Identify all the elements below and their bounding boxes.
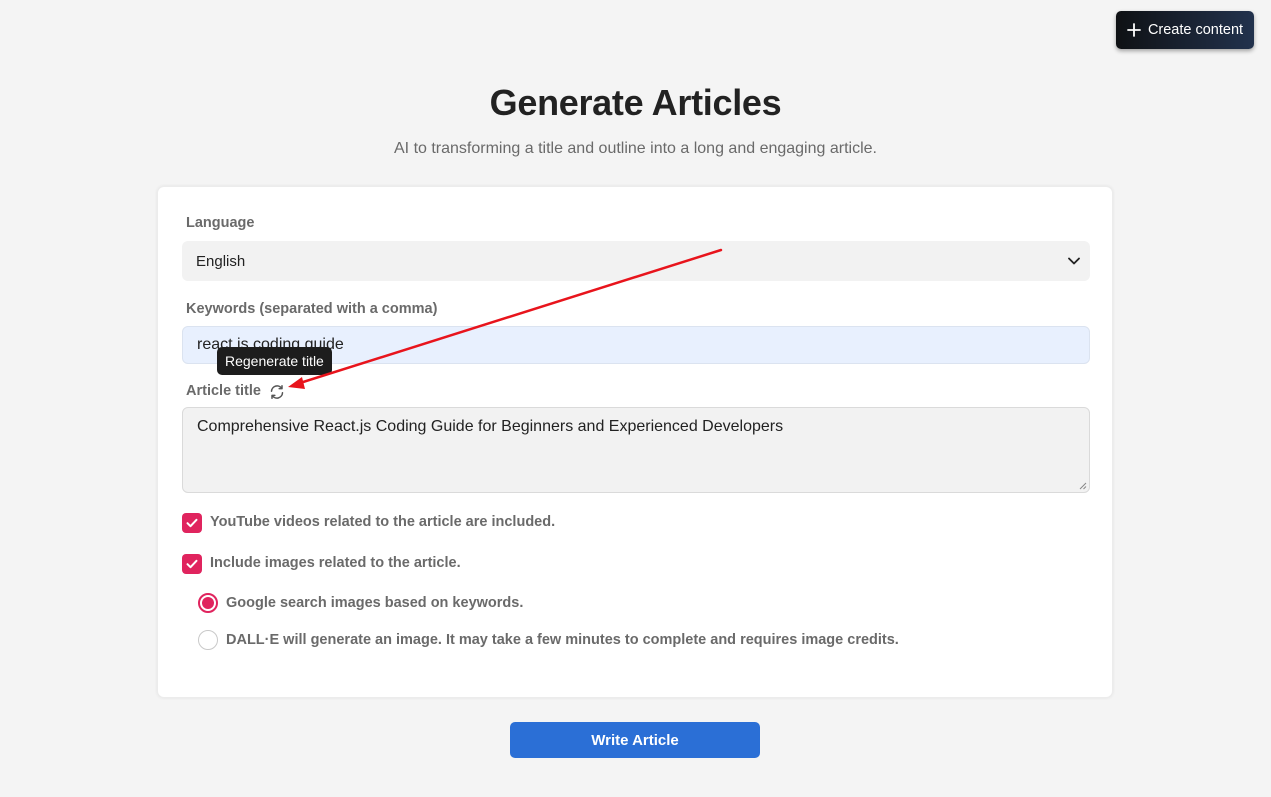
check-icon [186, 518, 198, 528]
plus-icon [1127, 23, 1141, 37]
chevron-down-icon [1068, 257, 1080, 265]
google-images-label: Google search images based on keywords. [226, 595, 524, 611]
dalle-radio[interactable] [198, 630, 218, 650]
keywords-label: Keywords (separated with a comma) [186, 301, 438, 317]
language-label: Language [186, 215, 255, 231]
include-images-checkbox[interactable] [182, 554, 202, 574]
article-title-label: Article title [186, 383, 261, 399]
language-select[interactable]: English [182, 241, 1090, 281]
create-content-button[interactable]: Create content [1116, 11, 1254, 49]
include-images-label: Include images related to the article. [210, 555, 461, 571]
write-article-button[interactable]: Write Article [510, 722, 760, 758]
article-title-textarea[interactable]: Comprehensive React.js Coding Guide for … [182, 407, 1090, 493]
check-icon [186, 559, 198, 569]
generate-articles-page: Create content Generate Articles AI to t… [0, 0, 1271, 797]
youtube-option-label: YouTube videos related to the article ar… [210, 514, 556, 530]
resize-handle-icon[interactable] [1078, 481, 1087, 490]
article-form-card: Language English Keywords (separated wit… [157, 186, 1113, 698]
article-title-value: Comprehensive React.js Coding Guide for … [197, 418, 784, 435]
language-value: English [196, 252, 246, 270]
youtube-checkbox[interactable] [182, 513, 202, 533]
refresh-icon[interactable] [269, 384, 285, 400]
google-images-radio[interactable] [198, 593, 218, 613]
regenerate-title-tooltip: Regenerate title [217, 347, 332, 375]
page-subtitle: AI to transforming a title and outline i… [394, 140, 877, 157]
create-content-label: Create content [1147, 22, 1244, 38]
dalle-label: DALL·E will generate an image. It may ta… [226, 632, 899, 648]
page-title: Generate Articles [489, 82, 782, 123]
